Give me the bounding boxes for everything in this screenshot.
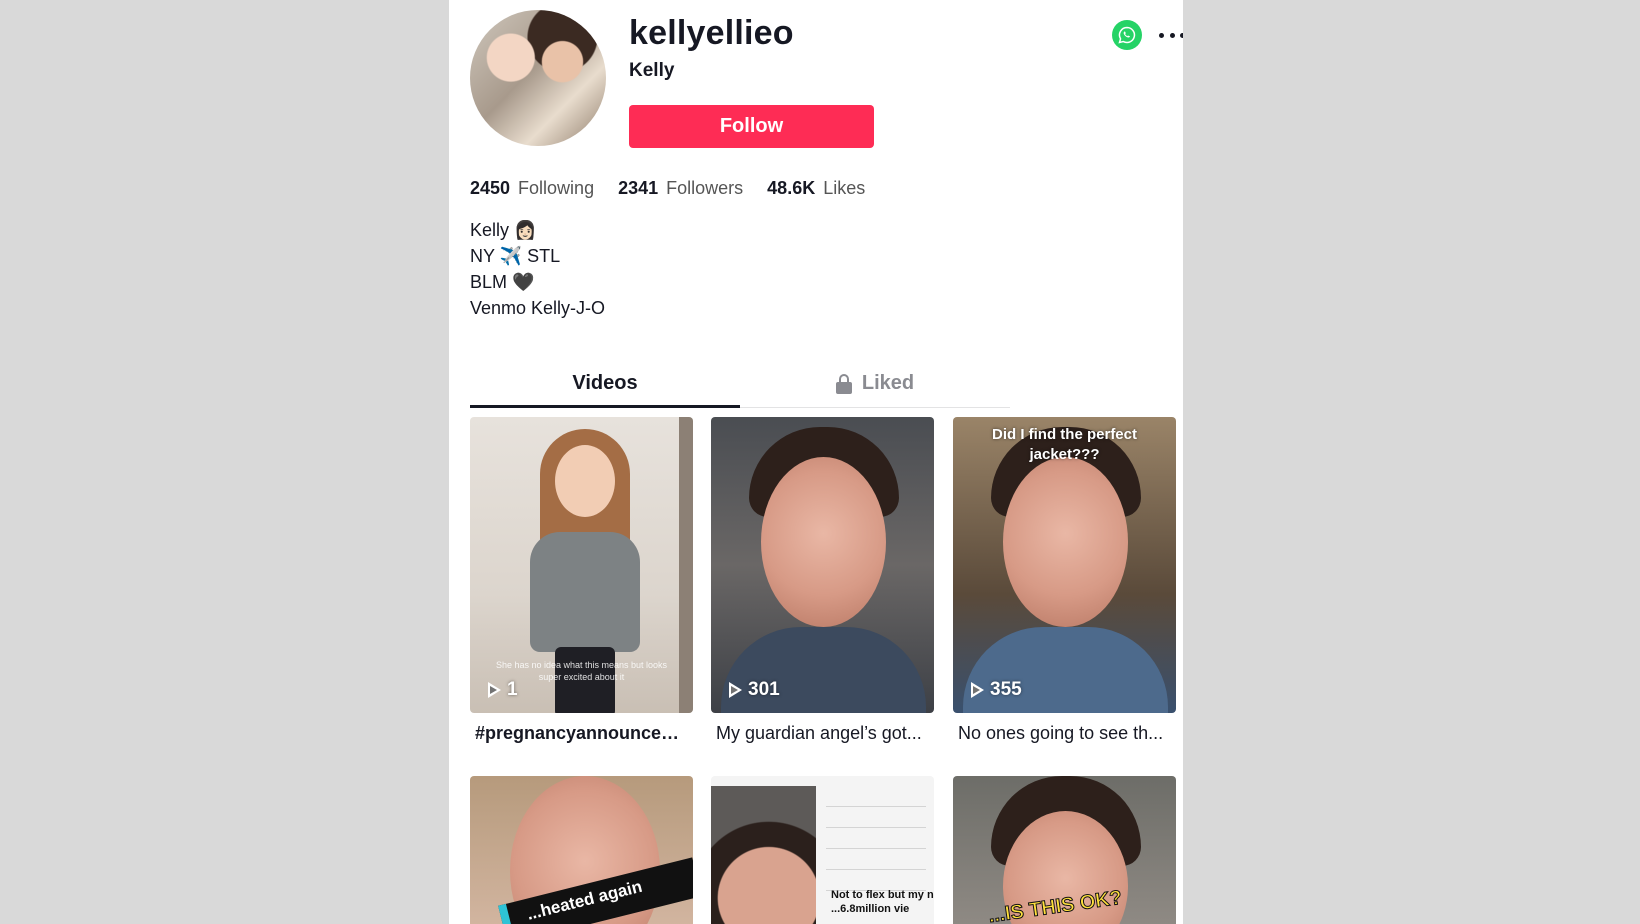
stat-number: 2341: [618, 178, 659, 198]
video-thumbnail[interactable]: ...heated again: [470, 776, 693, 924]
view-count-value: 355: [990, 679, 1022, 700]
play-icon: [971, 682, 984, 698]
video-thumbnail[interactable]: 301: [711, 417, 934, 713]
view-count-value: 301: [748, 679, 780, 700]
profile-panel: kellyellieo Kelly Follow 2450 Following …: [449, 0, 1183, 924]
avatar[interactable]: [470, 10, 606, 146]
video-thumbnail[interactable]: ...IS THIS OK?: [953, 776, 1176, 924]
username: kellyellieo: [629, 14, 794, 52]
bio-line: NY ✈️ STL: [470, 246, 561, 266]
dot: [1180, 32, 1183, 38]
profile-tabs: Videos Liked: [470, 362, 1010, 408]
video-overlay-text: Did I find the perfect jacket???: [991, 426, 1137, 463]
stat-label: Following: [518, 178, 595, 198]
dot: [1159, 32, 1164, 38]
whatsapp-icon[interactable]: [1112, 20, 1142, 50]
video-card[interactable]: ...IS THIS OK?: [953, 776, 1176, 924]
video-card[interactable]: She has no idea what this means but look…: [470, 417, 693, 744]
stat-followers[interactable]: 2341 Followers: [618, 178, 743, 199]
tab-liked[interactable]: Liked: [740, 362, 1010, 407]
bio-line: Venmo Kelly-J-O: [470, 298, 606, 318]
video-caption[interactable]: #pregnancyannouncem...: [470, 723, 693, 744]
video-thumbnail[interactable]: She has no idea what this means but look…: [470, 417, 693, 713]
view-count-value: 1: [507, 679, 518, 700]
stat-likes: 48.6K Likes: [767, 178, 865, 199]
stat-number: 48.6K: [767, 178, 816, 198]
dot: [1169, 32, 1175, 38]
video-thumbnail[interactable]: Did I find the perfect jacket??? 355: [953, 417, 1176, 713]
bio: Kelly 👩🏻 NY ✈️ STL BLM 🖤 Venmo Kelly-J-O: [470, 217, 605, 321]
video-card[interactable]: ...heated again: [470, 776, 693, 924]
play-icon: [729, 682, 742, 698]
view-count: 1: [488, 679, 518, 701]
more-dots-icon[interactable]: [1159, 25, 1183, 45]
bio-line: BLM 🖤: [470, 272, 535, 292]
video-overlay-text: Not to flex but my n ...6.8million vie: [831, 889, 934, 915]
follow-button[interactable]: Follow: [629, 105, 874, 148]
stat-following[interactable]: 2450 Following: [470, 178, 594, 199]
video-thumbnail[interactable]: Not to flex but my n ...6.8million vie: [711, 776, 934, 924]
video-card[interactable]: Not to flex but my n ...6.8million vie: [711, 776, 934, 924]
play-icon: [488, 682, 501, 698]
video-caption[interactable]: No ones going to see th...: [953, 723, 1176, 744]
stat-label: Likes: [823, 178, 866, 198]
phone-bubble-icon: [1118, 26, 1136, 44]
profile-stats: 2450 Following 2341 Followers 48.6K Like…: [470, 178, 889, 199]
stat-label: Followers: [666, 178, 744, 198]
bio-line: Kelly 👩🏻: [470, 220, 537, 240]
video-caption[interactable]: My guardian angel’s got...: [711, 723, 934, 744]
video-card[interactable]: 301 My guardian angel’s got...: [711, 417, 934, 744]
stat-number: 2450: [470, 178, 511, 198]
video-card[interactable]: Did I find the perfect jacket??? 355 No …: [953, 417, 1176, 744]
view-count: 355: [971, 679, 1022, 701]
view-count: 301: [729, 679, 780, 701]
tab-liked-label: Liked: [861, 372, 915, 394]
nickname: Kelly: [629, 60, 675, 81]
lock-icon: [835, 374, 852, 394]
tab-videos[interactable]: Videos: [470, 362, 740, 408]
